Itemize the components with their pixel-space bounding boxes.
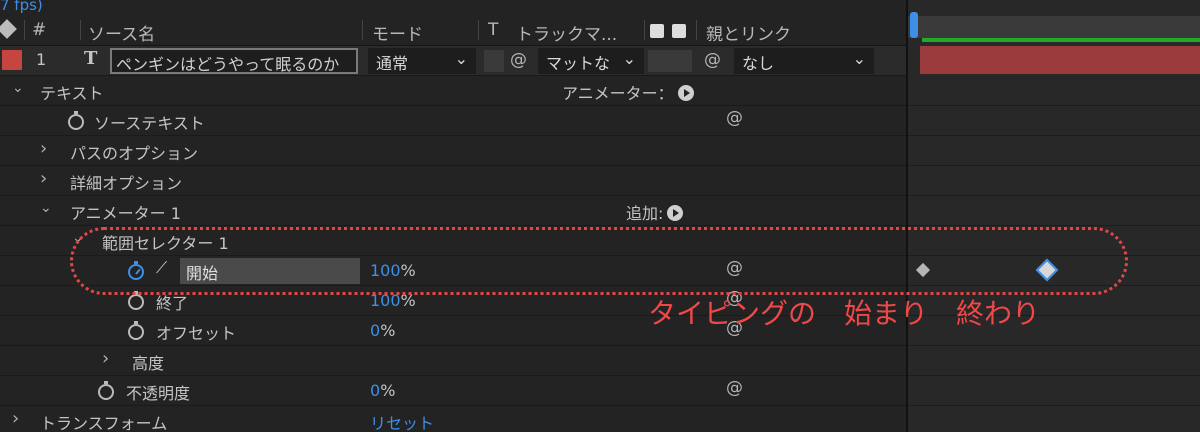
layer-panel: 7 fps) # ソース名 モード T トラックマ... 親とリンク 1 T ペ…: [0, 0, 906, 432]
matte-icon: [650, 24, 664, 38]
opacity-label: 不透明度: [126, 384, 191, 403]
timeline-row: [908, 136, 1200, 166]
path-options-label: パスのオプション: [70, 144, 199, 163]
stopwatch-icon[interactable]: [68, 111, 84, 130]
column-header: # ソース名 モード T トラックマ... 親とリンク: [0, 16, 906, 46]
opacity-number[interactable]: 0: [370, 381, 380, 400]
chevron-down-icon: ⌄: [852, 49, 866, 68]
label-icon: [0, 19, 17, 39]
chevron-right-icon[interactable]: ›: [40, 168, 47, 189]
pickwhip-icon[interactable]: @: [726, 378, 743, 398]
col-source-name[interactable]: ソース名: [88, 20, 155, 45]
prop-row-text[interactable]: ⌄ テキスト アニメーター：: [0, 76, 906, 106]
play-icon[interactable]: [667, 205, 684, 221]
text-layer-icon: T: [84, 48, 98, 69]
transform-label: トランスフォーム: [40, 414, 168, 432]
mode-dropdown[interactable]: 通常 ⌄: [368, 48, 476, 74]
prop-row-more-options[interactable]: › 詳細オプション: [0, 166, 906, 196]
prop-row-transform[interactable]: › トランスフォーム リセット: [0, 406, 906, 432]
source-text-label: ソーステキスト: [94, 114, 205, 133]
matte-dropdown[interactable]: マットな ⌄: [538, 48, 644, 74]
prop-row-animator1[interactable]: ⌄ アニメーター 1 追加:: [0, 196, 906, 226]
mode-value: 通常: [376, 54, 409, 73]
reset-link[interactable]: リセット: [370, 410, 434, 432]
layer-color-swatch[interactable]: [2, 50, 22, 70]
layer-index: 1: [36, 50, 47, 69]
timeline-row: [908, 196, 1200, 226]
track-matte-swatch: [484, 50, 504, 72]
fps-label: 7 fps): [0, 0, 43, 14]
chevron-down-icon: ⌄: [454, 49, 468, 68]
chevron-down-icon[interactable]: ⌄: [40, 200, 52, 216]
matte-value: マットな: [546, 54, 611, 73]
prop-row-source-text[interactable]: ソーステキスト @: [0, 106, 906, 136]
play-icon[interactable]: [677, 85, 694, 101]
animator-menu[interactable]: アニメーター：: [562, 80, 694, 104]
parent-value: なし: [742, 54, 775, 73]
timeline-row: [908, 106, 1200, 136]
animator-label: アニメーター：: [562, 84, 674, 103]
add-label: 追加:: [626, 204, 664, 223]
col-mode[interactable]: モード: [372, 20, 423, 45]
offset-number[interactable]: 0: [370, 321, 380, 340]
work-area-bar[interactable]: [922, 38, 1200, 42]
pickwhip-icon[interactable]: @: [510, 50, 527, 70]
stopwatch-icon[interactable]: [128, 321, 144, 340]
col-parent-link[interactable]: 親とリンク: [706, 20, 791, 45]
offset-unit: %: [380, 321, 396, 340]
advanced-label: 高度: [132, 354, 165, 373]
chevron-right-icon[interactable]: ›: [40, 138, 47, 159]
col-hash: #: [32, 20, 47, 40]
current-time-indicator[interactable]: [910, 12, 918, 38]
timeline-panel[interactable]: [908, 0, 1200, 432]
prop-row-path-options[interactable]: › パスのオプション: [0, 136, 906, 166]
more-options-label: 詳細オプション: [70, 174, 183, 193]
preserve-icon: [672, 24, 686, 38]
stopwatch-icon[interactable]: [128, 291, 144, 310]
layer-duration-bar[interactable]: [920, 46, 1200, 74]
col-t[interactable]: T: [488, 20, 498, 40]
parent-dropdown[interactable]: なし ⌄: [734, 48, 874, 74]
chevron-right-icon[interactable]: ›: [12, 408, 19, 429]
layer-name-field[interactable]: ペンギンはどうやって眠るのか: [110, 48, 358, 74]
opacity-unit: %: [380, 381, 396, 400]
add-menu[interactable]: 追加:: [626, 200, 684, 224]
chevron-down-icon[interactable]: ⌄: [12, 80, 24, 96]
timeline-row: [908, 376, 1200, 406]
offset-label: オフセット: [156, 324, 237, 343]
animator1-label: アニメーター 1: [70, 204, 181, 223]
timeline-row: [908, 166, 1200, 196]
opacity-value[interactable]: 0%: [370, 381, 395, 400]
parent-pickwhip-icon[interactable]: @: [704, 50, 721, 70]
matte-layer-field: [648, 50, 692, 72]
stopwatch-icon[interactable]: [98, 381, 114, 400]
time-ruler[interactable]: [908, 16, 1200, 38]
chevron-right-icon[interactable]: ›: [102, 348, 109, 369]
timeline-row: [908, 76, 1200, 106]
annotation-text: タイピングの 始まり 終わり: [648, 297, 1041, 330]
chevron-down-icon: ⌄: [622, 49, 636, 68]
prop-row-opacity[interactable]: 不透明度 0% @: [0, 376, 906, 406]
prop-row-advanced[interactable]: › 高度: [0, 346, 906, 376]
col-track-matte[interactable]: トラックマ...: [516, 20, 617, 45]
timeline-row: [908, 346, 1200, 376]
pickwhip-icon[interactable]: @: [726, 108, 743, 128]
annotation-outline: [70, 227, 1128, 295]
offset-value[interactable]: 0%: [370, 321, 395, 340]
text-group-label: テキスト: [40, 84, 104, 103]
